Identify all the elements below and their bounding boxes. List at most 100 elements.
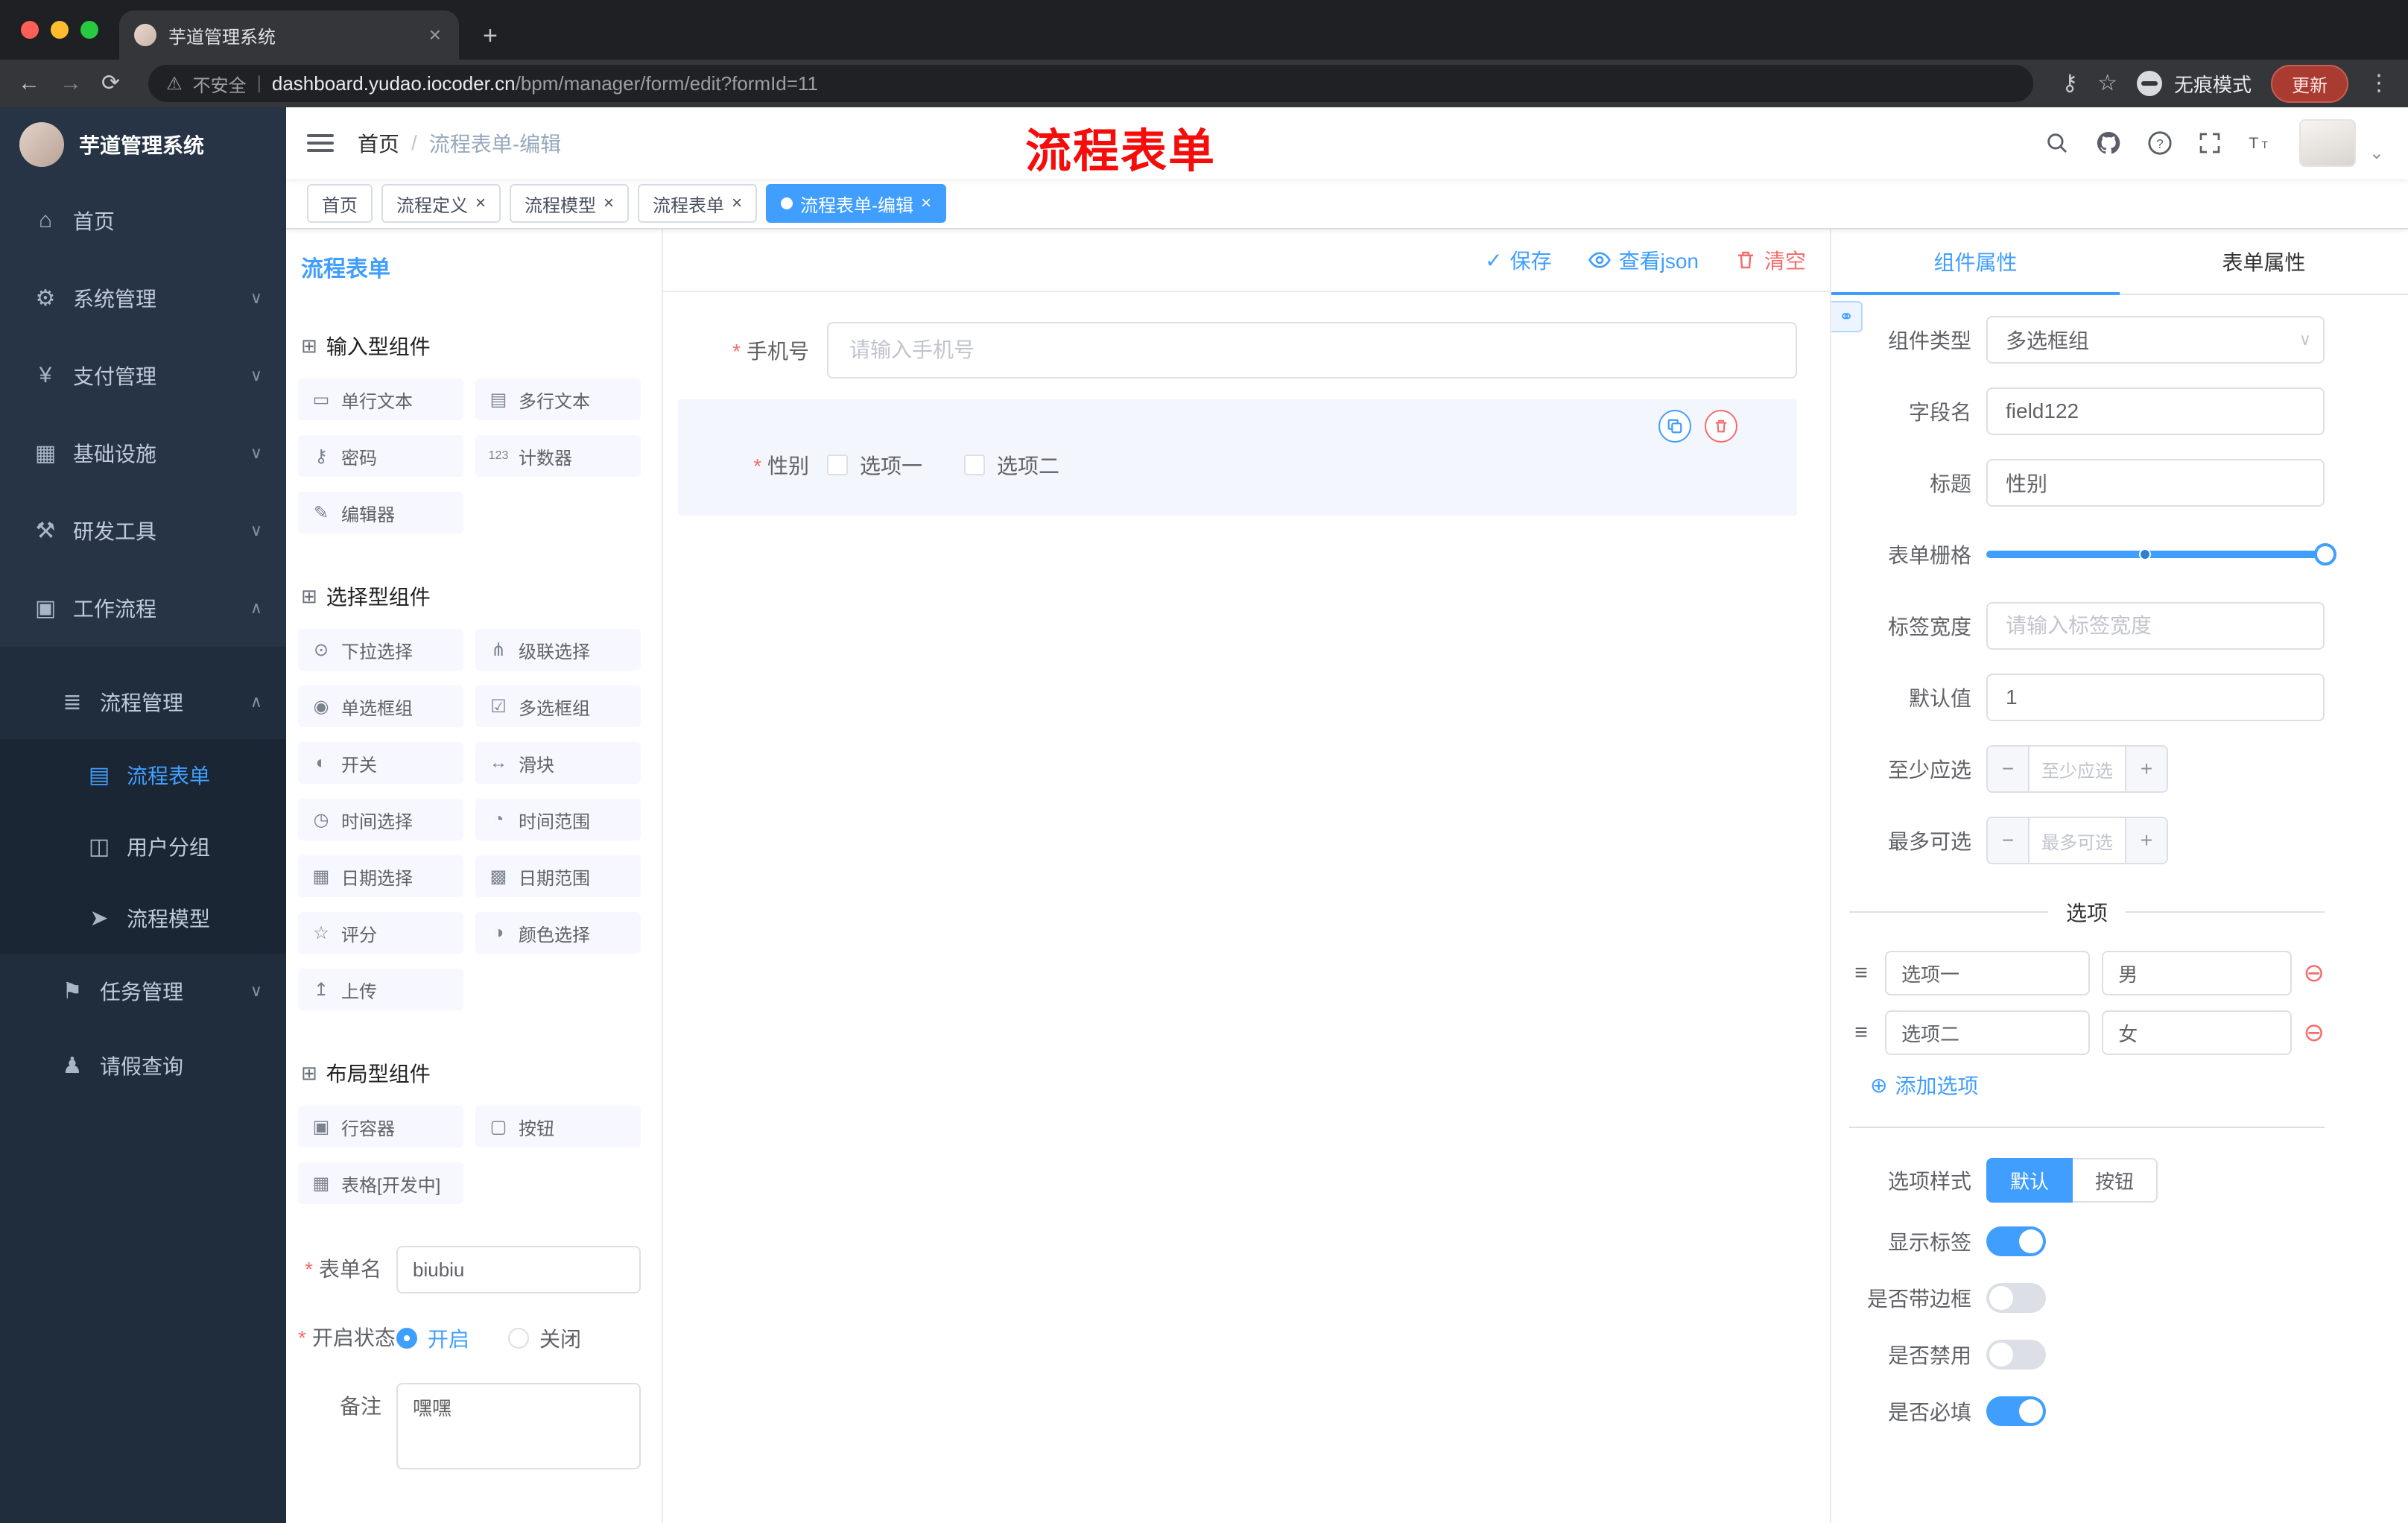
- tag-process-form[interactable]: 流程表单 ×: [638, 184, 758, 223]
- gender-field-row[interactable]: 性别 选项一 选项二: [678, 450, 1773, 480]
- sidebar-logo[interactable]: 芋道管理系统: [0, 107, 286, 182]
- component-item-counter[interactable]: 123 计数器: [475, 435, 641, 477]
- sidebar-item-devtools[interactable]: ⚒ 研发工具 ∨: [0, 492, 286, 569]
- font-size-icon[interactable]: TT: [2247, 130, 2274, 156]
- window-minimize-button[interactable]: [51, 21, 69, 39]
- component-item-radio-group[interactable]: ◉ 单选框组: [298, 685, 463, 727]
- save-button[interactable]: ✓ 保存: [1485, 245, 1551, 275]
- update-button[interactable]: 更新: [2271, 64, 2348, 103]
- label-width-input[interactable]: [1986, 602, 2325, 650]
- disabled-switch[interactable]: [1986, 1340, 2046, 1370]
- option-value-input[interactable]: [2102, 951, 2292, 995]
- tab-close-icon[interactable]: ×: [426, 23, 444, 47]
- hamburger-icon[interactable]: [307, 134, 334, 152]
- slider-track[interactable]: [1986, 543, 2336, 566]
- radio-selected-icon[interactable]: [396, 1328, 417, 1349]
- tag-close-icon[interactable]: ×: [921, 193, 931, 214]
- component-item-slider[interactable]: ↔ 滑块: [475, 742, 641, 784]
- sidebar-item-system[interactable]: ⚙ 系统管理 ∨: [0, 259, 286, 337]
- checkbox-option-1[interactable]: [827, 455, 848, 475]
- option-value-input[interactable]: [2102, 1010, 2292, 1055]
- sidebar-item-leave-query[interactable]: ♟ 请假查询: [0, 1028, 286, 1103]
- phone-field-row[interactable]: 手机号: [678, 322, 1797, 379]
- component-item-row-container[interactable]: ▣ 行容器: [298, 1106, 463, 1147]
- radio-unselected-icon[interactable]: [508, 1328, 530, 1349]
- component-item-color-picker[interactable]: ◑ 颜色选择: [475, 912, 641, 954]
- component-item-checkbox-group[interactable]: ☑ 多选框组: [475, 685, 641, 727]
- sidebar-item-process-form[interactable]: ▤ 流程表单: [0, 739, 286, 811]
- form-canvas[interactable]: 手机号: [663, 292, 1830, 1523]
- sidebar-item-home[interactable]: ⌂ 首页: [0, 182, 286, 259]
- component-item-upload[interactable]: ↥ 上传: [298, 969, 463, 1010]
- increase-button[interactable]: +: [2125, 818, 2167, 863]
- form-grid-slider[interactable]: [1986, 531, 2336, 578]
- breadcrumb-home[interactable]: 首页: [358, 128, 399, 158]
- checkbox-option-2[interactable]: [964, 455, 986, 475]
- window-close-button[interactable]: [21, 21, 39, 39]
- browser-tab[interactable]: 芋道管理系统 ×: [119, 10, 459, 60]
- tag-close-icon[interactable]: ×: [475, 193, 486, 214]
- github-icon[interactable]: [2095, 130, 2122, 156]
- component-item-table[interactable]: ▦ 表格[开发中]: [298, 1162, 463, 1204]
- title-input[interactable]: [1986, 459, 2325, 507]
- selected-checkbox-group-widget[interactable]: 性别 选项一 选项二: [678, 399, 1797, 516]
- component-item-rate[interactable]: ☆ 评分: [298, 912, 463, 954]
- tab-form-props[interactable]: 表单属性: [2120, 229, 2408, 294]
- required-switch[interactable]: [1986, 1396, 2046, 1426]
- clear-button[interactable]: 清空: [1734, 245, 1806, 275]
- sidebar-item-task-mgmt[interactable]: ⚑ 任务管理 ∨: [0, 954, 286, 1028]
- tag-close-icon[interactable]: ×: [732, 193, 742, 214]
- avatar[interactable]: [2298, 119, 2356, 167]
- radio-closed[interactable]: 关闭: [508, 1323, 581, 1353]
- sidebar-item-payment[interactable]: ¥ 支付管理 ∨: [0, 337, 286, 414]
- field-name-input[interactable]: [1986, 387, 2325, 435]
- component-item-time-picker[interactable]: ◷ 时间选择: [298, 799, 463, 840]
- copy-widget-button[interactable]: [1658, 410, 1691, 443]
- link-icon[interactable]: ⚭: [1831, 301, 1863, 332]
- component-item-cascader[interactable]: ⋔ 级联选择: [475, 629, 641, 671]
- address-bar[interactable]: ⚠ 不安全 | dashboard.yudao.iocoder.cn/bpm/m…: [148, 65, 2034, 102]
- component-item-switch[interactable]: ◐ 开关: [298, 742, 463, 784]
- component-item-multi-text[interactable]: ▤ 多行文本: [475, 379, 641, 420]
- add-option-button[interactable]: ⊕ 添加选项: [1870, 1070, 2325, 1100]
- back-button[interactable]: ←: [18, 72, 40, 95]
- show-label-switch[interactable]: [1986, 1226, 2046, 1256]
- security-label[interactable]: 不安全: [193, 71, 247, 97]
- component-item-button[interactable]: ▢ 按钮: [475, 1106, 641, 1147]
- remark-textarea[interactable]: 嘿嘿: [396, 1383, 641, 1469]
- drag-handle-icon[interactable]: ≡: [1849, 960, 1873, 986]
- window-zoom-button[interactable]: [80, 21, 98, 39]
- component-item-editor[interactable]: ✎ 编辑器: [298, 492, 463, 533]
- remove-option-icon[interactable]: ⊖: [2304, 1020, 2325, 1045]
- tag-home[interactable]: 首页: [307, 184, 373, 223]
- component-item-date-picker[interactable]: ▦ 日期选择: [298, 855, 463, 897]
- tag-process-definition[interactable]: 流程定义 ×: [381, 184, 501, 223]
- phone-input[interactable]: [827, 322, 1797, 379]
- sidebar-item-workflow[interactable]: ▣ 工作流程 ∧: [0, 569, 286, 647]
- tag-process-form-edit[interactable]: 流程表单-编辑 ×: [766, 184, 947, 223]
- option-label-input[interactable]: [1885, 1010, 2091, 1055]
- forward-button[interactable]: →: [60, 72, 82, 95]
- browser-menu-icon[interactable]: ⋮: [2368, 72, 2390, 95]
- option-label-input[interactable]: [1885, 951, 2091, 995]
- decrease-button[interactable]: −: [1988, 818, 2030, 863]
- delete-widget-button[interactable]: [1705, 410, 1737, 443]
- component-item-password[interactable]: ⚷ 密码: [298, 435, 463, 477]
- sidebar-item-process-mgmt[interactable]: ≣ 流程管理 ∧: [0, 665, 286, 739]
- avatar-chevron-icon[interactable]: ⌄: [2369, 142, 2384, 164]
- remove-option-icon[interactable]: ⊖: [2304, 960, 2325, 986]
- fullscreen-icon[interactable]: [2198, 131, 2222, 155]
- radio-open[interactable]: 开启: [396, 1323, 469, 1353]
- sidebar-item-infra[interactable]: ▦ 基础设施 ∨: [0, 414, 286, 492]
- help-icon[interactable]: ?: [2147, 130, 2173, 156]
- component-item-date-range[interactable]: ▩ 日期范围: [475, 855, 641, 897]
- increase-button[interactable]: +: [2125, 747, 2167, 791]
- sidebar-item-process-model[interactable]: ➤ 流程模型: [0, 882, 286, 954]
- border-switch[interactable]: [1986, 1283, 2046, 1313]
- form-name-input[interactable]: [396, 1246, 641, 1294]
- decrease-button[interactable]: −: [1988, 747, 2030, 791]
- tab-component-props[interactable]: 组件属性: [1831, 229, 2120, 295]
- style-button-button[interactable]: 按钮: [2073, 1158, 2158, 1203]
- slider-handle[interactable]: [2314, 543, 2336, 566]
- password-key-icon[interactable]: ⚷: [2062, 72, 2078, 95]
